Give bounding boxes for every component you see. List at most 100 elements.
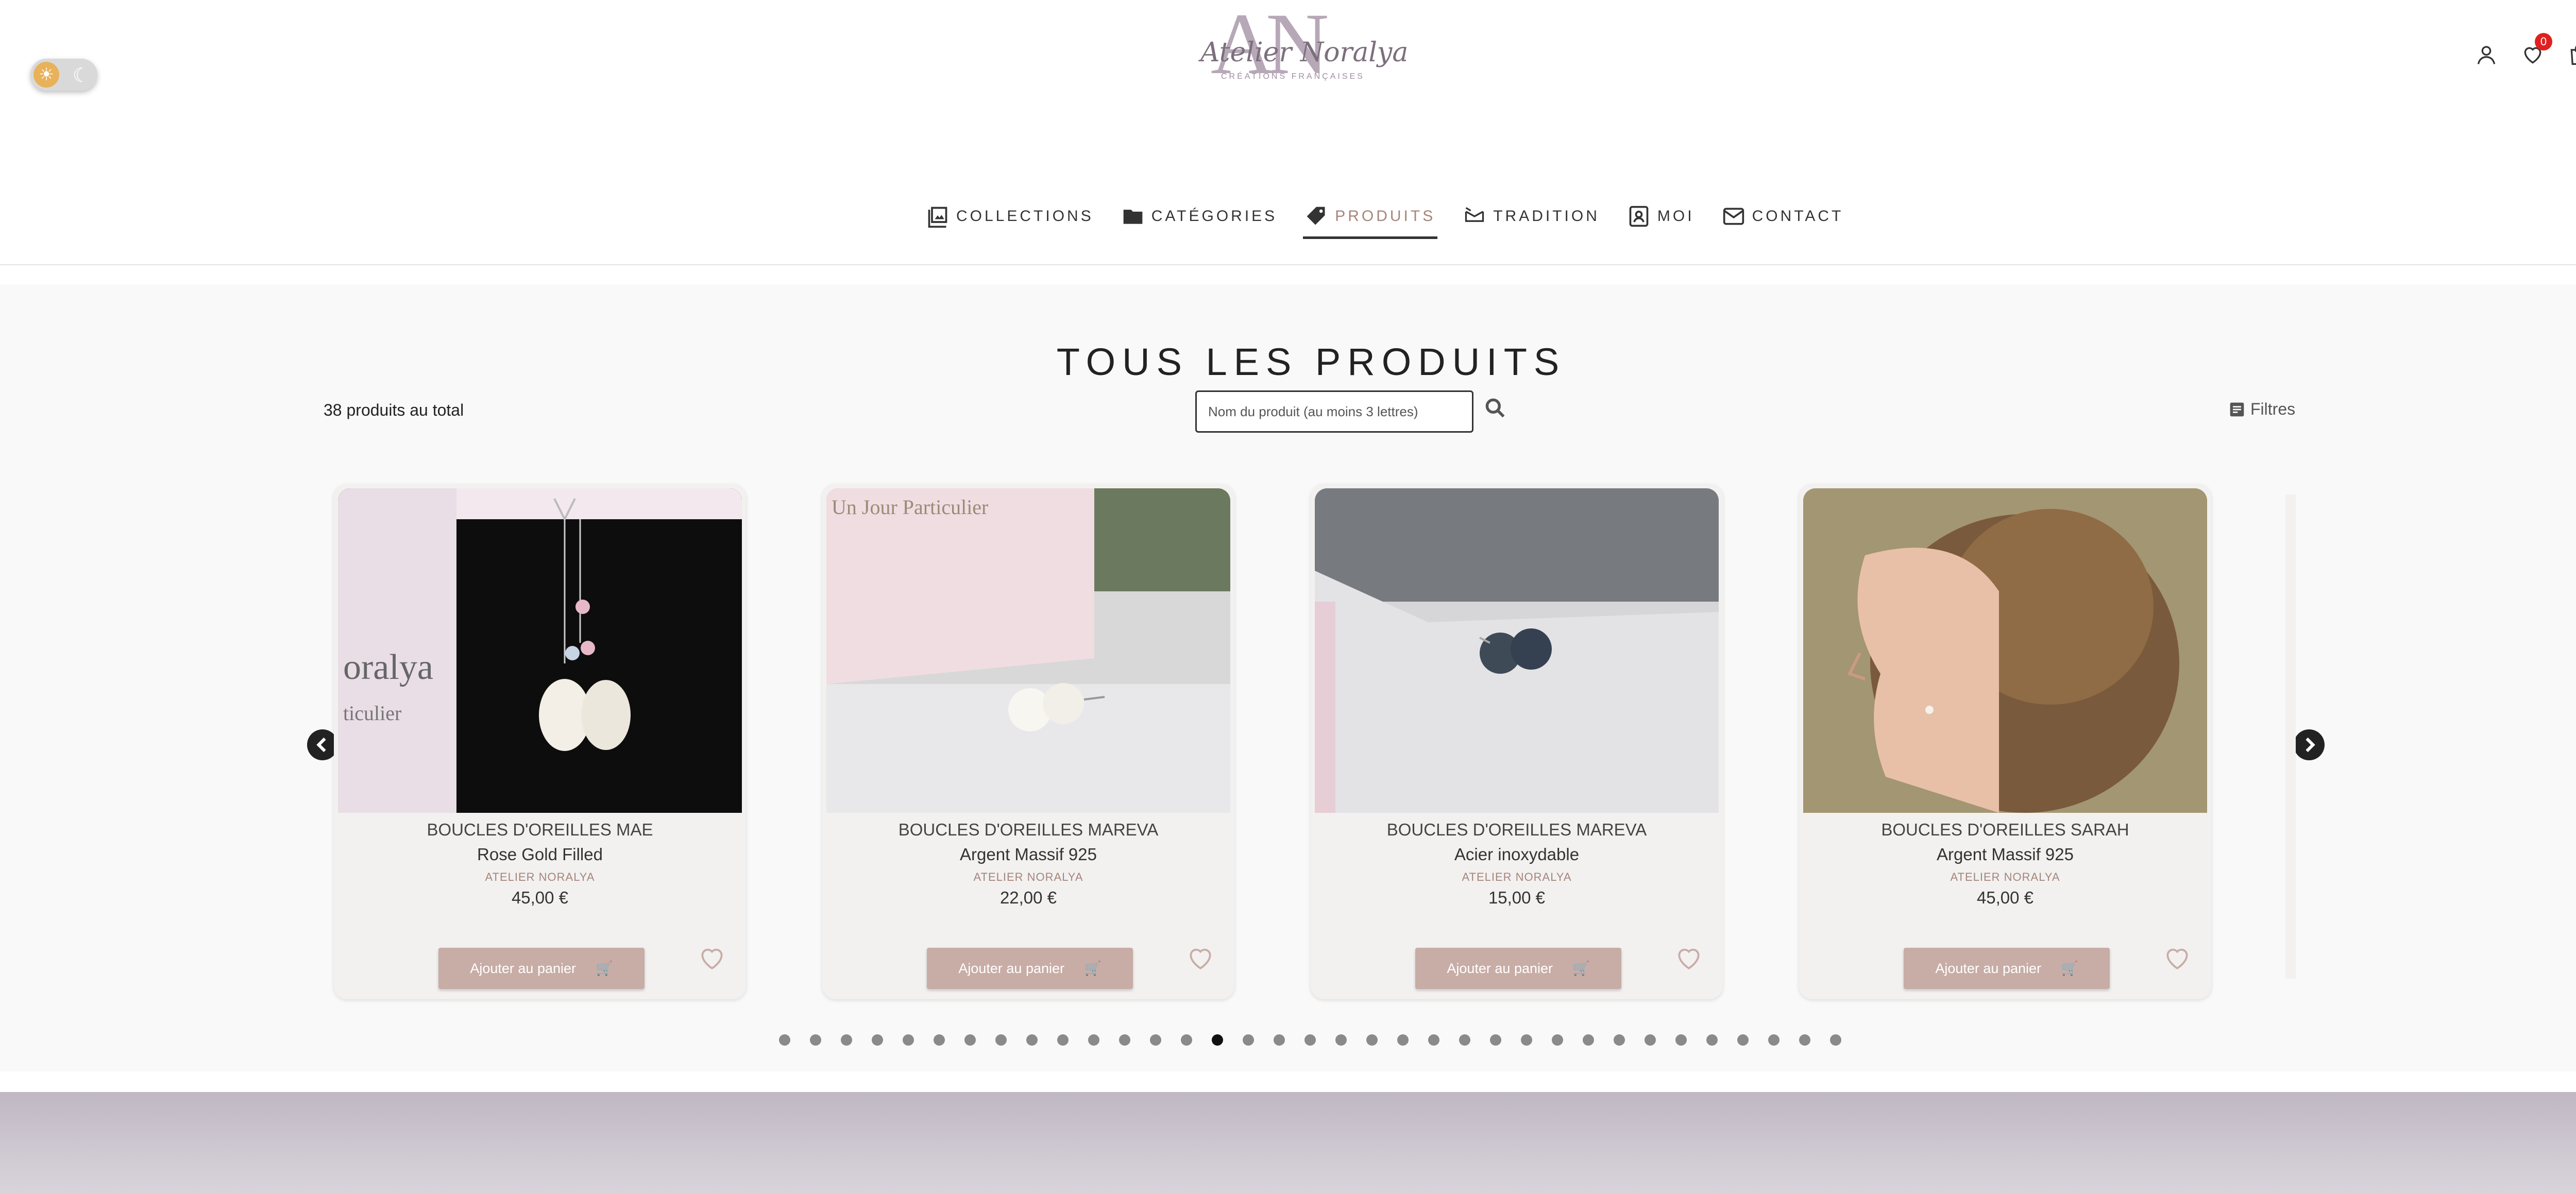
carousel-dot[interactable] — [1088, 1034, 1099, 1046]
chevron-right-icon — [2306, 737, 2315, 753]
chevron-left-icon — [316, 737, 326, 753]
product-brand: ATELIER NORALYA — [485, 871, 595, 883]
wishlist-button[interactable]: 0 — [2518, 33, 2552, 69]
carousel-dot[interactable] — [1521, 1034, 1532, 1046]
carousel-dot[interactable] — [1645, 1034, 1656, 1046]
product-image[interactable]: oralya ticulier — [338, 488, 742, 813]
carousel-dot[interactable] — [1026, 1034, 1038, 1046]
carousel-dot[interactable] — [1274, 1034, 1285, 1046]
carousel-dot[interactable] — [1057, 1034, 1069, 1046]
product-card[interactable]: BOUCLES D'OREILLES MAREVA Acier inoxydab… — [1311, 484, 1723, 999]
carousel-dot[interactable] — [934, 1034, 945, 1046]
product-material: Argent Massif 925 — [1937, 845, 2074, 864]
carousel-dot[interactable] — [1768, 1034, 1780, 1046]
add-to-wishlist-button[interactable] — [1185, 944, 1216, 973]
carousel-pagination — [779, 1034, 1842, 1046]
carousel-dot[interactable] — [1428, 1034, 1439, 1046]
add-to-cart-button[interactable]: Ajouter au panier 🛒 — [1415, 948, 1621, 989]
carousel-dot[interactable] — [1614, 1034, 1625, 1046]
product-image[interactable]: Un Jour Particulier — [826, 488, 1230, 813]
carousel-dot[interactable] — [1150, 1034, 1161, 1046]
nav-tradition[interactable]: TRADITION — [1461, 198, 1602, 235]
carousel-dot[interactable] — [1583, 1034, 1594, 1046]
product-brand: ATELIER NORALYA — [973, 871, 1083, 883]
product-card[interactable]: oralya ticulier BOUCLES D'OREILLES MAE R… — [334, 484, 746, 999]
shopping-bag-icon — [2570, 45, 2576, 65]
carousel-dot[interactable] — [903, 1034, 914, 1046]
product-search-input[interactable] — [1195, 390, 1473, 433]
site-logo[interactable]: AN Atelier Noralya CRÉATIONS FRANÇAISES — [1190, 0, 1408, 98]
nav-collections[interactable]: COLLECTIONS — [924, 198, 1096, 235]
carousel-dot[interactable] — [1552, 1034, 1563, 1046]
header-divider — [0, 264, 2576, 265]
filters-button[interactable]: Filtres — [2229, 400, 2295, 419]
svg-text:oralya: oralya — [343, 647, 433, 687]
carousel-prev-button[interactable] — [307, 729, 338, 760]
carousel-dot[interactable] — [964, 1034, 976, 1046]
nav-moi-label: MOI — [1657, 208, 1694, 225]
product-brand: ATELIER NORALYA — [1950, 871, 2060, 883]
cart-icon: 🛒 — [1084, 961, 1101, 976]
carousel-dot[interactable] — [1675, 1034, 1687, 1046]
heart-outline-icon — [2166, 948, 2188, 970]
nav-products-label: PRODUITS — [1335, 208, 1436, 225]
nav-categories[interactable]: CATÉGORIES — [1120, 198, 1279, 235]
product-name[interactable]: BOUCLES D'OREILLES MAE — [334, 820, 746, 840]
product-image[interactable] — [1803, 488, 2207, 813]
filters-label: Filtres — [2250, 400, 2296, 418]
cart-button[interactable]: 1 — [2565, 40, 2576, 69]
add-to-cart-label: Ajouter au panier — [1447, 960, 1553, 976]
carousel-dot[interactable] — [1830, 1034, 1841, 1046]
carousel-dot[interactable] — [1304, 1034, 1316, 1046]
add-to-cart-label: Ajouter au panier — [958, 960, 1064, 976]
carousel-dot[interactable] — [1212, 1034, 1223, 1046]
nav-moi[interactable]: MOI — [1625, 198, 1697, 235]
add-to-wishlist-button[interactable] — [1673, 944, 1704, 973]
carousel-dot[interactable] — [1181, 1034, 1192, 1046]
carousel-dot[interactable] — [779, 1034, 790, 1046]
carousel-dot[interactable] — [995, 1034, 1007, 1046]
product-card[interactable]: BOUCLES D'OREILLES SARAH Argent Massif 9… — [1799, 484, 2211, 999]
add-to-wishlist-button[interactable] — [2162, 944, 2193, 973]
product-name[interactable]: BOUCLES D'OREILLES MAREVA — [822, 820, 1234, 840]
carousel-dot[interactable] — [1397, 1034, 1409, 1046]
carousel-dot[interactable] — [1490, 1034, 1501, 1046]
carousel-dot[interactable] — [1335, 1034, 1347, 1046]
add-to-cart-button[interactable]: Ajouter au panier 🛒 — [1904, 948, 2110, 989]
add-to-cart-button[interactable]: Ajouter au panier 🛒 — [927, 948, 1133, 989]
carousel-dot[interactable] — [1243, 1034, 1254, 1046]
product-name[interactable]: BOUCLES D'OREILLES SARAH — [1799, 820, 2211, 840]
contact-card-icon — [1629, 206, 1649, 227]
add-to-wishlist-button[interactable] — [697, 944, 727, 973]
heart-outline-icon — [701, 948, 723, 970]
folder-icon — [1123, 210, 1143, 224]
nav-contact-label: CONTACT — [1752, 208, 1844, 225]
nav-contact[interactable]: CONTACT — [1720, 198, 1846, 235]
carousel-dot[interactable] — [1459, 1034, 1470, 1046]
product-name[interactable]: BOUCLES D'OREILLES MAREVA — [1311, 820, 1723, 840]
carousel-dot[interactable] — [841, 1034, 852, 1046]
logo-subtitle: CRÉATIONS FRANÇAISES — [1221, 72, 1365, 81]
carousel-dot[interactable] — [1706, 1034, 1718, 1046]
add-to-cart-label: Ajouter au panier — [470, 960, 576, 976]
carousel-dot[interactable] — [1799, 1034, 1810, 1046]
add-to-cart-button[interactable]: Ajouter au panier 🛒 — [438, 948, 645, 989]
carousel-dot[interactable] — [1119, 1034, 1130, 1046]
search-button[interactable] — [1484, 397, 1509, 421]
product-card[interactable]: Un Jour Particulier BOUCLES D'OREILLES M… — [822, 484, 1234, 999]
nav-products[interactable]: PRODUITS — [1303, 198, 1438, 239]
carousel-next-button[interactable] — [2294, 729, 2325, 760]
product-total-count: 38 produits au total — [324, 401, 464, 419]
moon-icon: ☾ — [72, 65, 90, 87]
carousel-dot[interactable] — [810, 1034, 821, 1046]
account-button[interactable] — [2472, 40, 2501, 69]
carousel-dot[interactable] — [872, 1034, 883, 1046]
product-material: Acier inoxydable — [1454, 845, 1580, 864]
carousel-dot[interactable] — [1737, 1034, 1749, 1046]
product-image[interactable] — [1315, 488, 1719, 813]
product-brand: ATELIER NORALYA — [1462, 871, 1572, 883]
envelope-icon — [1723, 208, 1744, 225]
heart-outline-icon — [1678, 948, 1700, 970]
carousel-dot[interactable] — [1366, 1034, 1378, 1046]
theme-toggle[interactable]: ☀ ☾ — [30, 59, 97, 91]
